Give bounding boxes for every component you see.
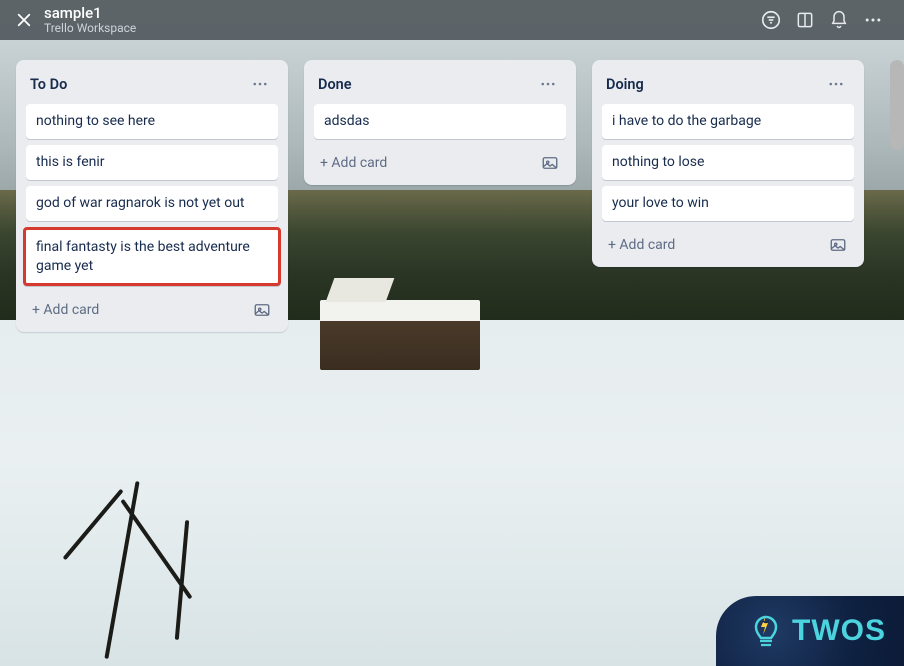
- board-scrollbar[interactable]: [890, 60, 904, 150]
- list-menu-button[interactable]: [534, 72, 562, 96]
- card[interactable]: nothing to see here: [26, 104, 278, 139]
- list-header: Doing: [602, 70, 854, 104]
- list-title[interactable]: Done: [318, 76, 352, 93]
- list-to-do: To Do nothing to see here this is fenir …: [16, 60, 288, 332]
- notifications-button[interactable]: [822, 3, 856, 37]
- more-horizontal-icon: [827, 75, 845, 93]
- close-button[interactable]: [14, 10, 34, 30]
- list-title[interactable]: Doing: [606, 76, 644, 93]
- board-canvas[interactable]: To Do nothing to see here this is fenir …: [16, 60, 888, 650]
- image-icon: [253, 301, 271, 319]
- watermark-text: TWOS: [792, 614, 886, 648]
- filters-button[interactable]: [754, 3, 788, 37]
- card-text: nothing to lose: [612, 154, 704, 170]
- card-template-button[interactable]: [250, 298, 274, 322]
- card-text: adsdas: [324, 113, 369, 129]
- more-horizontal-icon: [539, 75, 557, 93]
- lightbulb-icon: [746, 611, 786, 651]
- twos-watermark: TWOS: [716, 596, 904, 666]
- board-title: sample1: [44, 5, 136, 22]
- card-text: i have to do the garbage: [612, 113, 761, 129]
- card-text: your love to win: [612, 195, 709, 211]
- list-header: Done: [314, 70, 566, 104]
- board-menu-button[interactable]: [856, 3, 890, 37]
- add-card-button[interactable]: + Add card: [30, 298, 101, 322]
- card-text: final fantasty is the best adventure gam…: [36, 239, 250, 274]
- close-icon: [15, 11, 33, 29]
- list-footer: + Add card: [602, 227, 854, 257]
- board-title-block[interactable]: sample1 Trello Workspace: [44, 5, 136, 35]
- app-screen: sample1 Trello Workspace To Do nothing: [0, 0, 904, 666]
- card-text: god of war ragnarok is not yet out: [36, 195, 245, 211]
- list-footer: + Add card: [314, 145, 566, 175]
- list-header: To Do: [26, 70, 278, 104]
- card-template-button[interactable]: [826, 233, 850, 257]
- workspace-name: Trello Workspace: [44, 22, 136, 35]
- list-menu-button[interactable]: [246, 72, 274, 96]
- image-icon: [829, 236, 847, 254]
- add-card-button[interactable]: + Add card: [606, 233, 677, 257]
- card[interactable]: this is fenir: [26, 145, 278, 180]
- card[interactable]: god of war ragnarok is not yet out: [26, 186, 278, 221]
- image-icon: [541, 154, 559, 172]
- filter-circle-icon: [760, 9, 782, 31]
- card-text: this is fenir: [36, 154, 105, 170]
- more-horizontal-icon: [251, 75, 269, 93]
- card[interactable]: i have to do the garbage: [602, 104, 854, 139]
- bell-icon: [829, 10, 849, 30]
- more-horizontal-icon: [863, 10, 883, 30]
- views-button[interactable]: [788, 3, 822, 37]
- list-menu-button[interactable]: [822, 72, 850, 96]
- card-highlighted[interactable]: final fantasty is the best adventure gam…: [23, 227, 281, 287]
- card-text: nothing to see here: [36, 113, 155, 129]
- list-doing: Doing i have to do the garbage nothing t…: [592, 60, 864, 267]
- list-done: Done adsdas + Add card: [304, 60, 576, 185]
- card[interactable]: your love to win: [602, 186, 854, 221]
- list-title[interactable]: To Do: [30, 76, 67, 93]
- card-template-button[interactable]: [538, 151, 562, 175]
- add-card-button[interactable]: + Add card: [318, 151, 389, 175]
- card[interactable]: adsdas: [314, 104, 566, 139]
- board-view-icon: [795, 10, 815, 30]
- top-bar: sample1 Trello Workspace: [0, 0, 904, 40]
- card[interactable]: nothing to lose: [602, 145, 854, 180]
- list-footer: + Add card: [26, 292, 278, 322]
